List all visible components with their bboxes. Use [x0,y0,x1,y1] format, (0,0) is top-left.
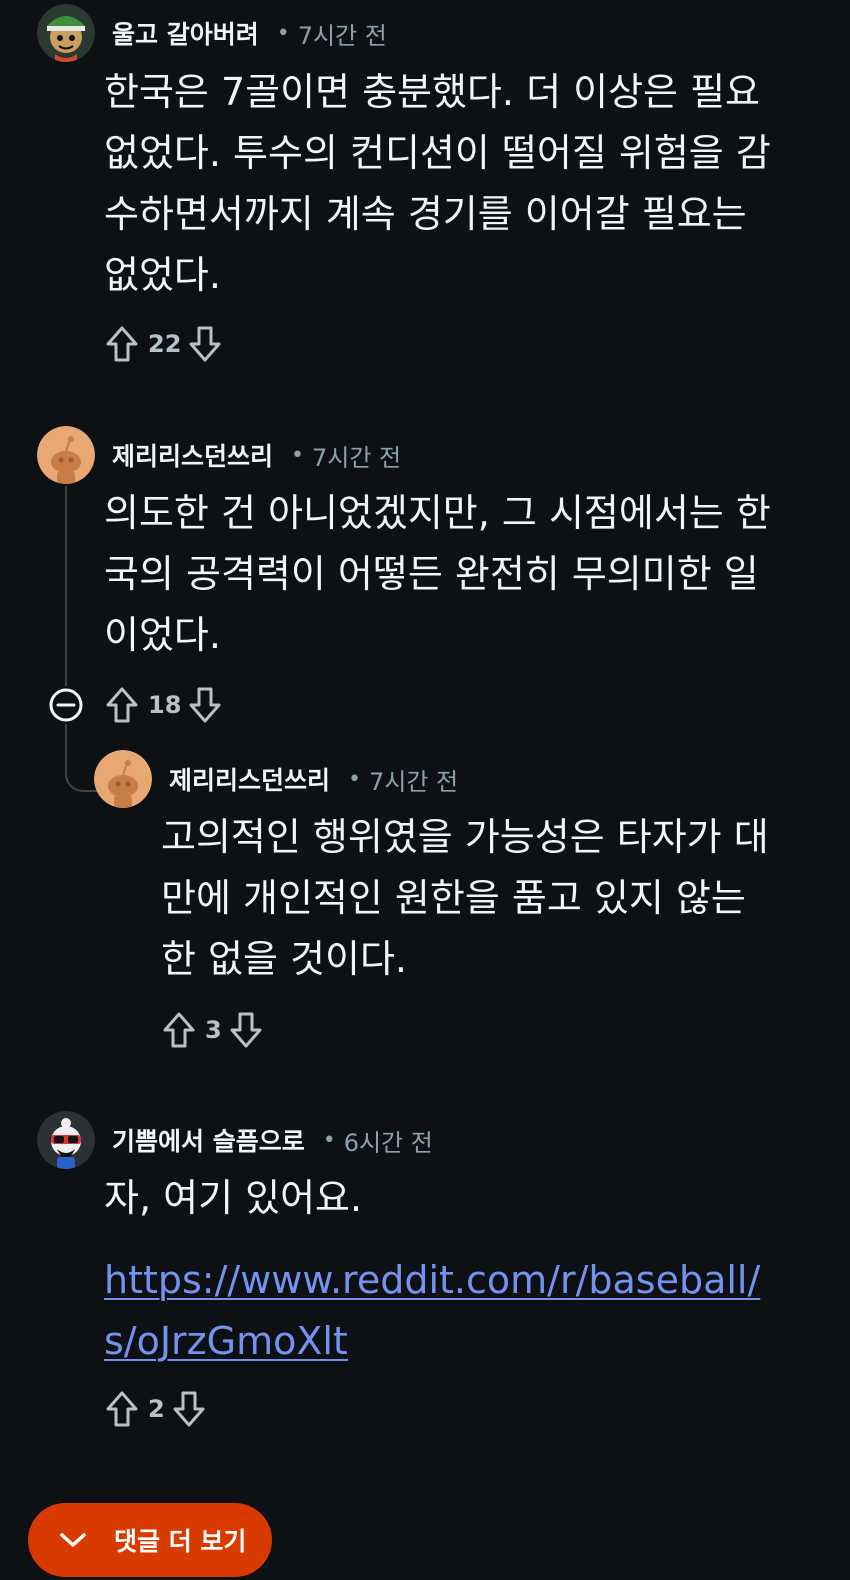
comment-line: 자, 여기 있어요. [104,1176,363,1220]
timestamp: 7시간 전 [297,21,387,50]
timestamp: 7시간 전 [312,443,402,472]
comment-body: 고의적인 행위였을 가능성은 타자가 대 만에 개인적인 원한을 품고 있지 않… [161,807,769,990]
link-line[interactable]: s/oJrzGmoXlt [104,1311,760,1372]
vote-count: 3 [205,1016,222,1044]
avatar[interactable] [37,4,95,62]
thread-branch [65,760,97,792]
avatar[interactable] [37,426,95,484]
downvote-icon[interactable] [169,1387,209,1431]
vote-count: 18 [148,691,182,719]
vote-bar: 18 [102,683,225,727]
thread-line [65,486,67,686]
separator-dot: • [348,766,361,792]
comment-line: 고의적인 행위였을 가능성은 타자가 대 [161,815,769,859]
more-comments-button[interactable]: 댓글 더 보기 [28,1503,272,1577]
comment-line: 국의 공격력이 어떻든 완전히 무의미한 일 [104,552,759,596]
vote-count: 22 [148,330,182,358]
more-comments-label: 댓글 더 보기 [114,1527,247,1556]
timestamp: 6시간 전 [343,1128,433,1157]
upvote-icon[interactable] [102,683,142,727]
vote-bar: 22 [102,322,225,366]
vote-bar: 3 [159,1008,266,1052]
collapse-thread-icon[interactable] [48,687,84,723]
avatar[interactable] [37,1111,95,1169]
upvote-icon[interactable] [159,1008,199,1052]
timestamp: 7시간 전 [369,767,459,796]
comment-line: 한국은 7골이면 충분했다. 더 이상은 필요 [104,70,761,114]
chevron-down-icon [58,1530,88,1550]
vote-bar: 2 [102,1387,209,1431]
link-line[interactable]: https://www.reddit.com/r/baseball/ [104,1250,760,1311]
separator-dot: • [276,20,290,46]
comment-body: 자, 여기 있어요. [104,1168,362,1229]
comment-line: 없었다. 투수의 컨디션이 떨어질 위험을 감 [104,131,771,175]
comment-line: 이었다. [104,613,221,657]
username[interactable]: 울고 갈아버려 [112,15,259,51]
comment-line: 한 없을 것이다. [161,937,407,981]
vote-count: 2 [148,1395,165,1423]
username[interactable]: 제리리스던쓰리 [112,437,273,473]
downvote-icon[interactable] [185,683,225,727]
comment-body: 의도한 건 아니었겠지만, 그 시점에서는 한 국의 공격력이 어떻든 완전히 … [104,483,771,666]
comment-link[interactable]: https://www.reddit.com/r/baseball/ s/oJr… [104,1250,760,1372]
comment-line: 의도한 건 아니었겠지만, 그 시점에서는 한 [104,491,771,535]
username[interactable]: 기쁨에서 슬픔으로 [112,1122,305,1158]
username[interactable]: 제리리스던쓰리 [169,761,330,797]
comment-line: 만에 개인적인 원한을 품고 있지 않는 [161,876,746,920]
avatar[interactable] [94,750,152,808]
comment-body: 한국은 7골이면 충분했다. 더 이상은 필요 없었다. 투수의 컨디션이 떨어… [104,62,771,306]
separator-dot: • [291,442,304,468]
comment-line: 수하면서까지 계속 경기를 이어갈 필요는 [104,192,747,236]
separator-dot: • [322,1127,336,1153]
comment-line: 없었다. [104,253,221,297]
downvote-icon[interactable] [226,1008,266,1052]
upvote-icon[interactable] [102,322,142,366]
downvote-icon[interactable] [185,322,225,366]
upvote-icon[interactable] [102,1387,142,1431]
